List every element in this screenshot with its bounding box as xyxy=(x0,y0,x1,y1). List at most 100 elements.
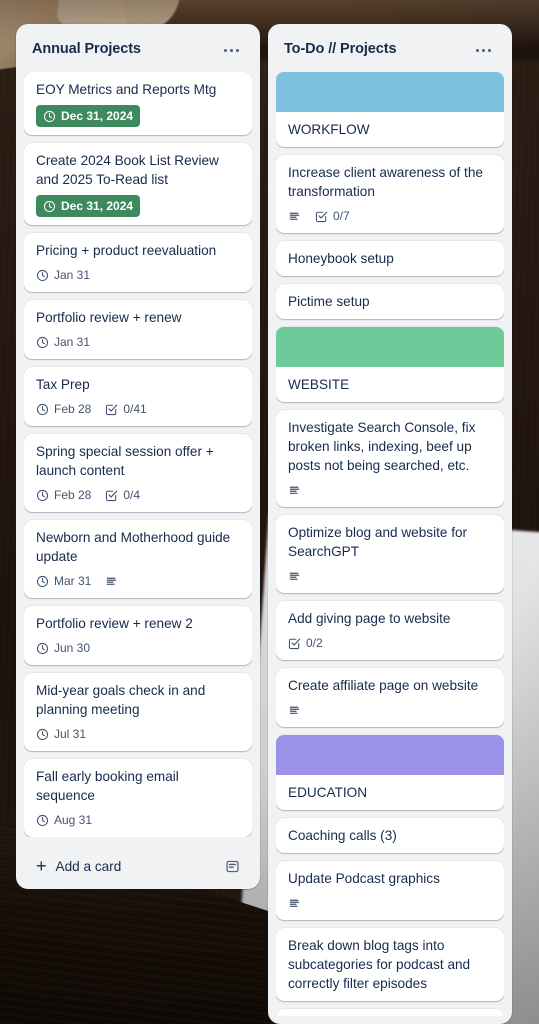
description-badge xyxy=(288,701,301,719)
card-title: WORKFLOW xyxy=(288,122,370,137)
card[interactable]: Coaching calls (3) xyxy=(276,818,504,853)
card[interactable]: Investigate Search Console, fix broken l… xyxy=(276,410,504,507)
card-template-button[interactable] xyxy=(220,855,244,877)
card[interactable]: Increase client awareness of the transfo… xyxy=(276,155,504,233)
card-title: Portfolio review + renew xyxy=(36,310,182,325)
card-title: Newborn and Motherhood guide update xyxy=(36,530,231,564)
clock-icon xyxy=(43,110,56,123)
card[interactable]: EOY Metrics and Reports Mtg Dec 31, 2024 xyxy=(24,72,252,135)
card-badges: Jul 31 xyxy=(36,725,240,743)
badge-text: Jun 30 xyxy=(54,641,91,655)
card-title: Coaching calls (3) xyxy=(288,828,397,843)
clock-icon xyxy=(36,336,49,349)
card-body: WORKFLOW xyxy=(276,112,504,147)
card-body: Add entry form to podcast page for speak… xyxy=(276,1009,504,1016)
card[interactable]: EDUCATION xyxy=(276,735,504,810)
card[interactable]: Update Podcast graphics xyxy=(276,861,504,920)
card[interactable]: Add giving page to website 0/2 xyxy=(276,601,504,660)
card-title: Honeybook setup xyxy=(288,251,394,266)
card-badges: Dec 31, 2024 xyxy=(36,105,240,127)
card-title: Optimize blog and website for SearchGPT xyxy=(288,525,468,559)
card-title: Portfolio review + renew 2 xyxy=(36,616,193,631)
description-icon xyxy=(288,897,301,910)
list-title[interactable]: To-Do // Projects xyxy=(284,41,397,58)
card[interactable]: Break down blog tags into subcategories … xyxy=(276,928,504,1001)
card[interactable]: Portfolio review + renew 2 Jun 30 xyxy=(24,606,252,665)
card-badges xyxy=(288,701,492,719)
card-badges: 0/2 xyxy=(288,634,492,652)
plus-icon: + xyxy=(36,856,47,876)
description-badge xyxy=(288,894,301,912)
description-badge xyxy=(288,567,301,585)
due-date-badge: Feb 28 xyxy=(36,400,91,418)
due-date-badge: Feb 28 xyxy=(36,486,91,504)
card-title: WEBSITE xyxy=(288,377,350,392)
card-body: Break down blog tags into subcategories … xyxy=(276,928,504,1001)
card-list: WORKFLOW Increase client awareness of the… xyxy=(276,72,504,1016)
description-badge xyxy=(288,207,301,225)
card[interactable]: Tax Prep Feb 28 0/41 xyxy=(24,367,252,426)
list-actions-button[interactable] xyxy=(218,38,244,62)
list-cards-area: EOY Metrics and Reports Mtg Dec 31, 2024 C… xyxy=(24,72,252,837)
checklist-badge: 0/7 xyxy=(315,207,350,225)
add-card-button[interactable]: + Add a card xyxy=(32,856,125,876)
card[interactable]: Add entry form to podcast page for speak… xyxy=(276,1009,504,1016)
checklist-badge: 0/41 xyxy=(105,400,147,418)
card-label-cover xyxy=(276,735,504,775)
card-title: Investigate Search Console, fix broken l… xyxy=(288,420,476,473)
checklist-icon xyxy=(105,489,118,502)
card[interactable]: Mid-year goals check in and planning mee… xyxy=(24,673,252,751)
clock-icon xyxy=(36,489,49,502)
card[interactable]: Spring special session offer + launch co… xyxy=(24,434,252,512)
card-body: Add giving page to website 0/2 xyxy=(276,601,504,660)
card[interactable]: WORKFLOW xyxy=(276,72,504,147)
checklist-icon xyxy=(315,210,328,223)
clock-icon xyxy=(36,814,49,827)
due-date-badge: Jun 30 xyxy=(36,639,90,657)
description-badge xyxy=(105,572,118,590)
card-body: Create 2024 Book List Review and 2025 To… xyxy=(24,143,252,225)
card[interactable]: Newborn and Motherhood guide update Mar 3… xyxy=(24,520,252,598)
clock-icon xyxy=(36,403,49,416)
card[interactable]: Pricing + product reevaluation Jan 31 xyxy=(24,233,252,292)
card-body: Fall early booking email sequence Aug 31 xyxy=(24,759,252,837)
card-title: Create 2024 Book List Review and 2025 To… xyxy=(36,153,219,187)
description-icon xyxy=(105,575,118,588)
card[interactable]: Create 2024 Book List Review and 2025 To… xyxy=(24,143,252,225)
card-badges: Dec 31, 2024 xyxy=(36,195,240,217)
card[interactable]: Honeybook setup xyxy=(276,241,504,276)
card[interactable]: Optimize blog and website for SearchGPT xyxy=(276,515,504,593)
description-icon xyxy=(288,570,301,583)
card[interactable]: Create affiliate page on website xyxy=(276,668,504,727)
checklist-badge: 0/4 xyxy=(105,486,140,504)
list: Annual Projects EOY Metrics and Reports M… xyxy=(16,24,260,889)
list-title[interactable]: Annual Projects xyxy=(32,41,141,58)
checklist-icon xyxy=(105,403,118,416)
card[interactable]: WEBSITE xyxy=(276,327,504,402)
card-body: Coaching calls (3) xyxy=(276,818,504,853)
badge-text: Mar 31 xyxy=(54,574,92,588)
card[interactable]: Portfolio review + renew Jan 31 xyxy=(24,300,252,359)
due-date-badge: Jul 31 xyxy=(36,725,86,743)
clock-icon xyxy=(36,269,49,282)
card-badges xyxy=(288,567,492,585)
card-body: Spring special session offer + launch co… xyxy=(24,434,252,512)
card-title: Fall early booking email sequence xyxy=(36,769,179,803)
card-title: Increase client awareness of the transfo… xyxy=(288,165,483,199)
badge-text: 0/41 xyxy=(123,402,147,416)
description-icon xyxy=(288,704,301,717)
card[interactable]: Pictime setup xyxy=(276,284,504,319)
list-actions-button[interactable] xyxy=(470,38,496,62)
due-date-badge: Aug 31 xyxy=(36,811,92,829)
card-title: Mid-year goals check in and planning mee… xyxy=(36,683,206,717)
list-header: Annual Projects xyxy=(24,32,252,72)
card-title: Add giving page to website xyxy=(288,611,451,626)
card-badges: Jan 31 xyxy=(36,333,240,351)
list-cards-area: WORKFLOW Increase client awareness of the… xyxy=(276,72,504,1016)
card[interactable]: Fall early booking email sequence Aug 31 xyxy=(24,759,252,837)
list: To-Do // Projects WORKFLOW Increase client… xyxy=(268,24,512,1024)
card-body: Honeybook setup xyxy=(276,241,504,276)
badge-text: Aug 31 xyxy=(54,813,93,827)
card-title: Pictime setup xyxy=(288,294,370,309)
card-badges xyxy=(288,481,492,499)
